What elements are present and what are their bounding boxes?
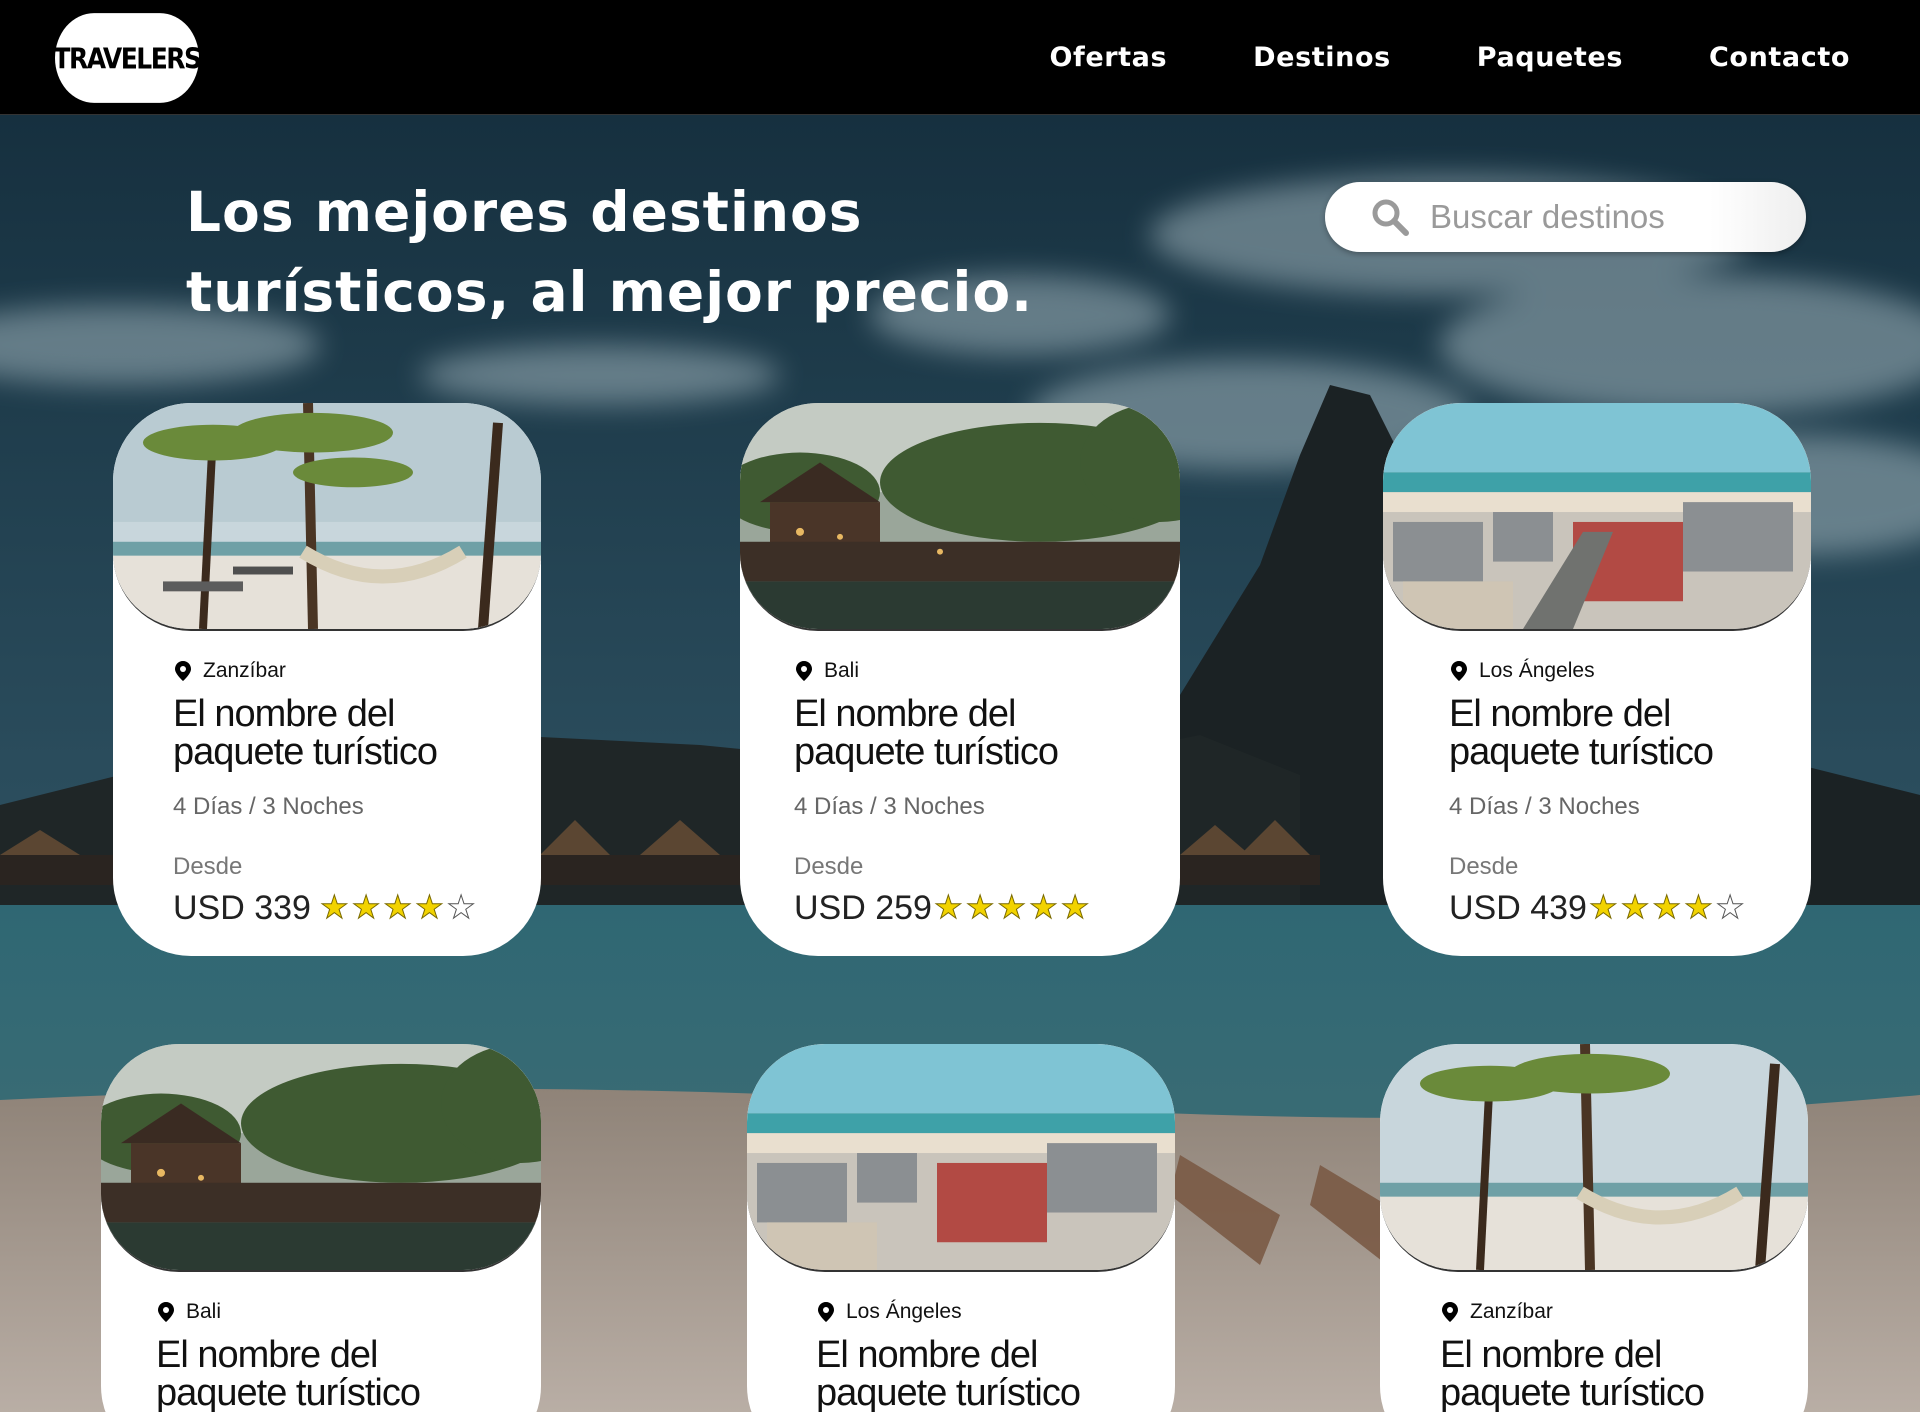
card-title-line1: El nombre del: [1440, 1334, 1662, 1376]
star-filled-icon: ★: [351, 888, 381, 927]
card-location-label: Zanzíbar: [1470, 1300, 1553, 1323]
card-location-label: Zanzíbar: [203, 659, 286, 682]
card-image-city-beach: [747, 1044, 1175, 1272]
card-image-temple-pond: [101, 1044, 541, 1272]
star-filled-icon: ★: [1652, 888, 1682, 927]
card-from-label: Desde: [1449, 853, 1519, 880]
card-price: USD 439: [1449, 889, 1587, 927]
rating-stars: ★ ★ ★ ★ ★: [934, 887, 1090, 927]
star-filled-icon: ★: [383, 888, 413, 927]
card-title-line1: El nombre del: [156, 1334, 378, 1376]
search-bar[interactable]: [1325, 182, 1806, 252]
card-title-line1: El nombre del: [794, 693, 1016, 735]
star-filled-icon: ★: [934, 888, 964, 927]
card-image-city-beach: [1383, 403, 1811, 631]
package-card[interactable]: Bali El nombre del paquete turístico 4 D…: [740, 403, 1180, 956]
location-pin-icon: [158, 1302, 174, 1322]
card-location-label: Bali: [186, 1300, 222, 1323]
package-card[interactable]: Los Ángeles El nombre del paquete turíst…: [1383, 403, 1811, 956]
star-empty-icon: ★: [446, 888, 476, 927]
card-from-label: Desde: [173, 853, 243, 880]
card-duration: 4 Días / 3 Noches: [1449, 793, 1640, 820]
card-title-line1: El nombre del: [1449, 693, 1671, 735]
star-filled-icon: ★: [1589, 888, 1619, 927]
location-pin-icon: [175, 661, 191, 681]
card-price: USD 339: [173, 889, 311, 927]
card-image-beach-hammock: [113, 403, 541, 631]
hero-headline: Los mejores destinos turísticos, al mejo…: [186, 172, 1086, 332]
card-title: El nombre del paquete turístico: [1449, 695, 1769, 771]
nav-item-destinos[interactable]: Destinos: [1253, 42, 1391, 73]
nav-item-paquetes[interactable]: Paquetes: [1477, 42, 1623, 73]
card-location-label: Bali: [824, 659, 860, 682]
hero-headline-line1: Los mejores destinos: [186, 180, 863, 244]
nav-item-contacto[interactable]: Contacto: [1709, 42, 1850, 73]
brand-logo[interactable]: TRAVELERS: [53, 13, 202, 103]
card-from-label: Desde: [794, 853, 864, 880]
card-title: El nombre del paquete turístico: [816, 1336, 1136, 1412]
location-pin-icon: [1451, 661, 1467, 681]
location-pin-icon: [818, 1302, 834, 1322]
star-filled-icon: ★: [1684, 888, 1714, 927]
package-card[interactable]: Zanzíbar El nombre del paquete turístico…: [113, 403, 541, 956]
card-location: Bali: [156, 1300, 221, 1324]
rating-stars: ★ ★ ★ ★ ★: [320, 887, 476, 927]
card-location: Los Ángeles: [1449, 659, 1595, 683]
card-price: USD 259: [794, 889, 932, 927]
card-title-line2: paquete turístico: [794, 731, 1059, 773]
card-title-line2: paquete turístico: [1449, 731, 1714, 773]
main-nav: Ofertas Destinos Paquetes Contacto: [1049, 0, 1850, 115]
card-location: Bali: [794, 659, 859, 683]
star-filled-icon: ★: [965, 888, 995, 927]
card-duration: 4 Días / 3 Noches: [794, 793, 985, 820]
card-title: El nombre del paquete turístico: [1440, 1336, 1760, 1412]
hero-headline-line2: turísticos, al mejor precio.: [186, 260, 1034, 324]
card-title-line2: paquete turístico: [1440, 1372, 1705, 1412]
navbar: TRAVELERS Ofertas Destinos Paquetes Cont…: [0, 0, 1920, 115]
location-pin-icon: [796, 661, 812, 681]
card-title-line2: paquete turístico: [173, 731, 438, 773]
package-card[interactable]: Los Ángeles El nombre del paquete turíst…: [747, 1044, 1175, 1412]
search-icon: [1372, 199, 1409, 236]
card-location: Zanzíbar: [1440, 1300, 1553, 1324]
card-location-label: Los Ángeles: [1479, 659, 1595, 682]
search-input[interactable]: [1430, 198, 1770, 236]
card-image-beach-hammock: [1380, 1044, 1808, 1272]
card-title-line1: El nombre del: [173, 693, 395, 735]
card-duration: 4 Días / 3 Noches: [173, 793, 364, 820]
star-filled-icon: ★: [997, 888, 1027, 927]
card-title-line2: paquete turístico: [816, 1372, 1081, 1412]
star-filled-icon: ★: [320, 888, 350, 927]
package-card[interactable]: Zanzíbar El nombre del paquete turístico: [1380, 1044, 1808, 1412]
card-title: El nombre del paquete turístico: [173, 695, 493, 771]
card-title: El nombre del paquete turístico: [156, 1336, 476, 1412]
card-location: Zanzíbar: [173, 659, 286, 683]
star-filled-icon: ★: [1029, 888, 1059, 927]
card-title-line2: paquete turístico: [156, 1372, 421, 1412]
star-filled-icon: ★: [1060, 888, 1090, 927]
nav-item-ofertas[interactable]: Ofertas: [1049, 42, 1167, 73]
package-card[interactable]: Bali El nombre del paquete turístico: [101, 1044, 541, 1412]
card-location: Los Ángeles: [816, 1300, 962, 1324]
star-empty-icon: ★: [1715, 888, 1745, 927]
card-location-label: Los Ángeles: [846, 1300, 962, 1323]
star-filled-icon: ★: [1620, 888, 1650, 927]
card-image-temple-pond: [740, 403, 1180, 631]
star-filled-icon: ★: [415, 888, 445, 927]
card-title-line1: El nombre del: [816, 1334, 1038, 1376]
rating-stars: ★ ★ ★ ★ ★: [1589, 887, 1745, 927]
location-pin-icon: [1442, 1302, 1458, 1322]
card-title: El nombre del paquete turístico: [794, 695, 1114, 771]
